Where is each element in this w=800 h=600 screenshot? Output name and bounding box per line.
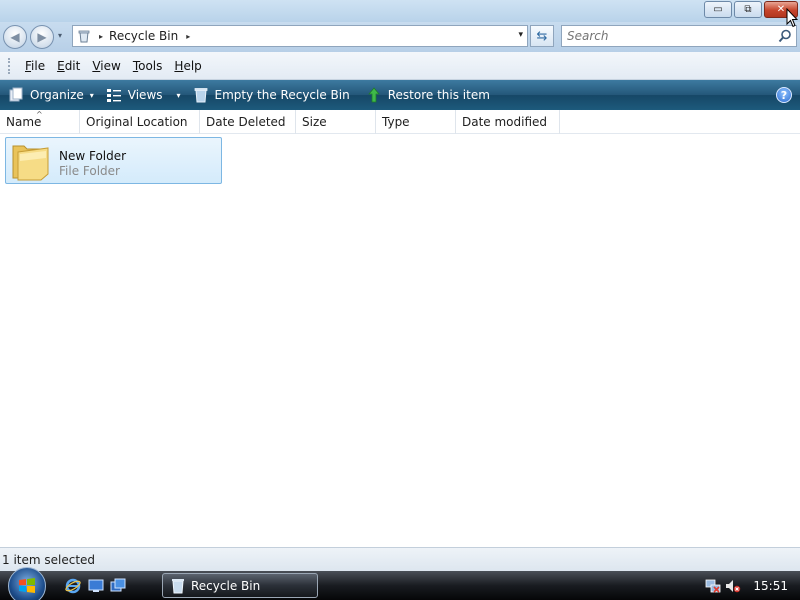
file-list[interactable]: New Folder File Folder bbox=[0, 134, 800, 547]
status-bar: 1 item selected bbox=[0, 547, 800, 571]
taskbar-button-label: Recycle Bin bbox=[191, 578, 261, 593]
menu-file[interactable]: File bbox=[19, 59, 51, 73]
breadcrumb-separator[interactable]: ▸ bbox=[186, 32, 190, 41]
organize-icon bbox=[9, 87, 23, 102]
file-name: New Folder bbox=[59, 149, 127, 163]
show-desktop-quicklaunch[interactable] bbox=[87, 577, 105, 595]
recycle-bin-icon bbox=[194, 88, 207, 103]
organize-button[interactable]: Organize ▾ bbox=[0, 80, 100, 110]
search-input[interactable] bbox=[567, 29, 767, 43]
taskbar-recycle-bin-button[interactable]: Recycle Bin bbox=[162, 573, 318, 598]
menu-view[interactable]: View bbox=[86, 59, 126, 73]
column-header-date-modified[interactable]: Date modified bbox=[456, 110, 560, 134]
green-arrow-icon bbox=[367, 87, 380, 103]
menu-edit[interactable]: Edit bbox=[51, 59, 86, 73]
back-button[interactable]: ◀ bbox=[3, 25, 27, 49]
address-dropdown[interactable]: ▾ bbox=[518, 30, 523, 40]
switch-windows-icon bbox=[110, 578, 126, 592]
empty-recycle-bin-label: Empty the Recycle Bin bbox=[214, 88, 350, 102]
organize-label: Organize bbox=[30, 88, 84, 102]
views-button[interactable]: Views ▾ bbox=[100, 80, 187, 110]
column-header-label: Original Location bbox=[86, 115, 188, 129]
status-text: 1 item selected bbox=[2, 552, 96, 567]
title-bar: ▭ ⧉ ✕ bbox=[0, 0, 800, 22]
column-header-type[interactable]: Type bbox=[376, 110, 456, 134]
taskbar: Recycle Bin 15:51 bbox=[0, 567, 800, 600]
address-row: ◀ ▶ ▾ ▸ Recycle Bin ▸ ▾ ⇆ bbox=[0, 22, 800, 52]
recycle-bin-icon bbox=[78, 30, 90, 43]
column-header-date-deleted[interactable]: Date Deleted bbox=[200, 110, 296, 134]
empty-recycle-bin-button[interactable]: Empty the Recycle Bin bbox=[187, 80, 356, 110]
menu-grip bbox=[8, 57, 11, 74]
column-header-label: Date modified bbox=[462, 115, 548, 129]
restore-item-button[interactable]: Restore this item bbox=[360, 80, 496, 110]
column-header-label: Type bbox=[382, 115, 410, 129]
back-arrow-icon: ◀ bbox=[10, 30, 20, 44]
command-bar: Organize ▾ Views ▾ Empty the Recycle Bin… bbox=[0, 80, 800, 110]
views-label: Views bbox=[127, 88, 163, 102]
network-icon[interactable] bbox=[705, 578, 721, 594]
restore-item-label: Restore this item bbox=[387, 88, 490, 102]
switch-windows-quicklaunch[interactable] bbox=[109, 577, 127, 595]
breadcrumb-recycle-bin[interactable]: Recycle Bin bbox=[109, 29, 178, 43]
column-header-original-location[interactable]: Original Location bbox=[80, 110, 200, 134]
volume-muted-icon[interactable] bbox=[725, 578, 741, 594]
forward-button[interactable]: ▶ bbox=[30, 25, 54, 49]
menu-help[interactable]: Help bbox=[168, 59, 207, 73]
column-headers: ^ Name Original Location Date Deleted Si… bbox=[0, 110, 800, 134]
views-icon bbox=[106, 89, 121, 102]
refresh-icon: ⇆ bbox=[536, 28, 548, 44]
forward-arrow-icon: ▶ bbox=[37, 30, 47, 44]
start-button[interactable] bbox=[8, 567, 46, 600]
file-type: File Folder bbox=[59, 164, 120, 178]
views-caret-icon: ▾ bbox=[176, 90, 181, 100]
column-header-label: Date Deleted bbox=[206, 115, 286, 129]
caption-buttons: ▭ ⧉ ✕ bbox=[704, 1, 798, 18]
menu-tools[interactable]: Tools bbox=[127, 59, 169, 73]
help-button[interactable]: ? bbox=[776, 87, 792, 103]
windows-logo-icon bbox=[19, 578, 35, 593]
internet-explorer-icon bbox=[65, 578, 81, 594]
internet-explorer-quicklaunch[interactable] bbox=[64, 577, 82, 595]
folder-icon bbox=[12, 145, 49, 181]
search-box[interactable] bbox=[561, 25, 797, 47]
refresh-button[interactable]: ⇆ bbox=[530, 25, 554, 47]
minimize-button[interactable]: ▭ bbox=[704, 1, 732, 18]
clock[interactable]: 15:51 bbox=[753, 579, 788, 593]
file-item-selected[interactable]: New Folder File Folder bbox=[5, 137, 222, 184]
organize-caret-icon: ▾ bbox=[89, 90, 94, 100]
mouse-cursor-icon bbox=[786, 8, 798, 28]
column-header-label: Size bbox=[302, 115, 327, 129]
search-icon[interactable] bbox=[778, 29, 792, 43]
menu-bar: File Edit View Tools Help bbox=[0, 52, 800, 80]
recent-pages-dropdown[interactable]: ▾ bbox=[58, 31, 62, 40]
recycle-bin-icon bbox=[172, 578, 184, 593]
column-header-name[interactable]: ^ Name bbox=[0, 110, 80, 134]
column-header-size[interactable]: Size bbox=[296, 110, 376, 134]
show-desktop-icon bbox=[88, 579, 104, 592]
sort-ascending-icon: ^ bbox=[36, 110, 43, 119]
maximize-button[interactable]: ⧉ bbox=[734, 1, 762, 18]
system-tray: 15:51 bbox=[705, 571, 800, 600]
breadcrumb-separator[interactable]: ▸ bbox=[99, 32, 103, 41]
address-bar[interactable]: ▸ Recycle Bin ▸ ▾ bbox=[72, 25, 528, 47]
